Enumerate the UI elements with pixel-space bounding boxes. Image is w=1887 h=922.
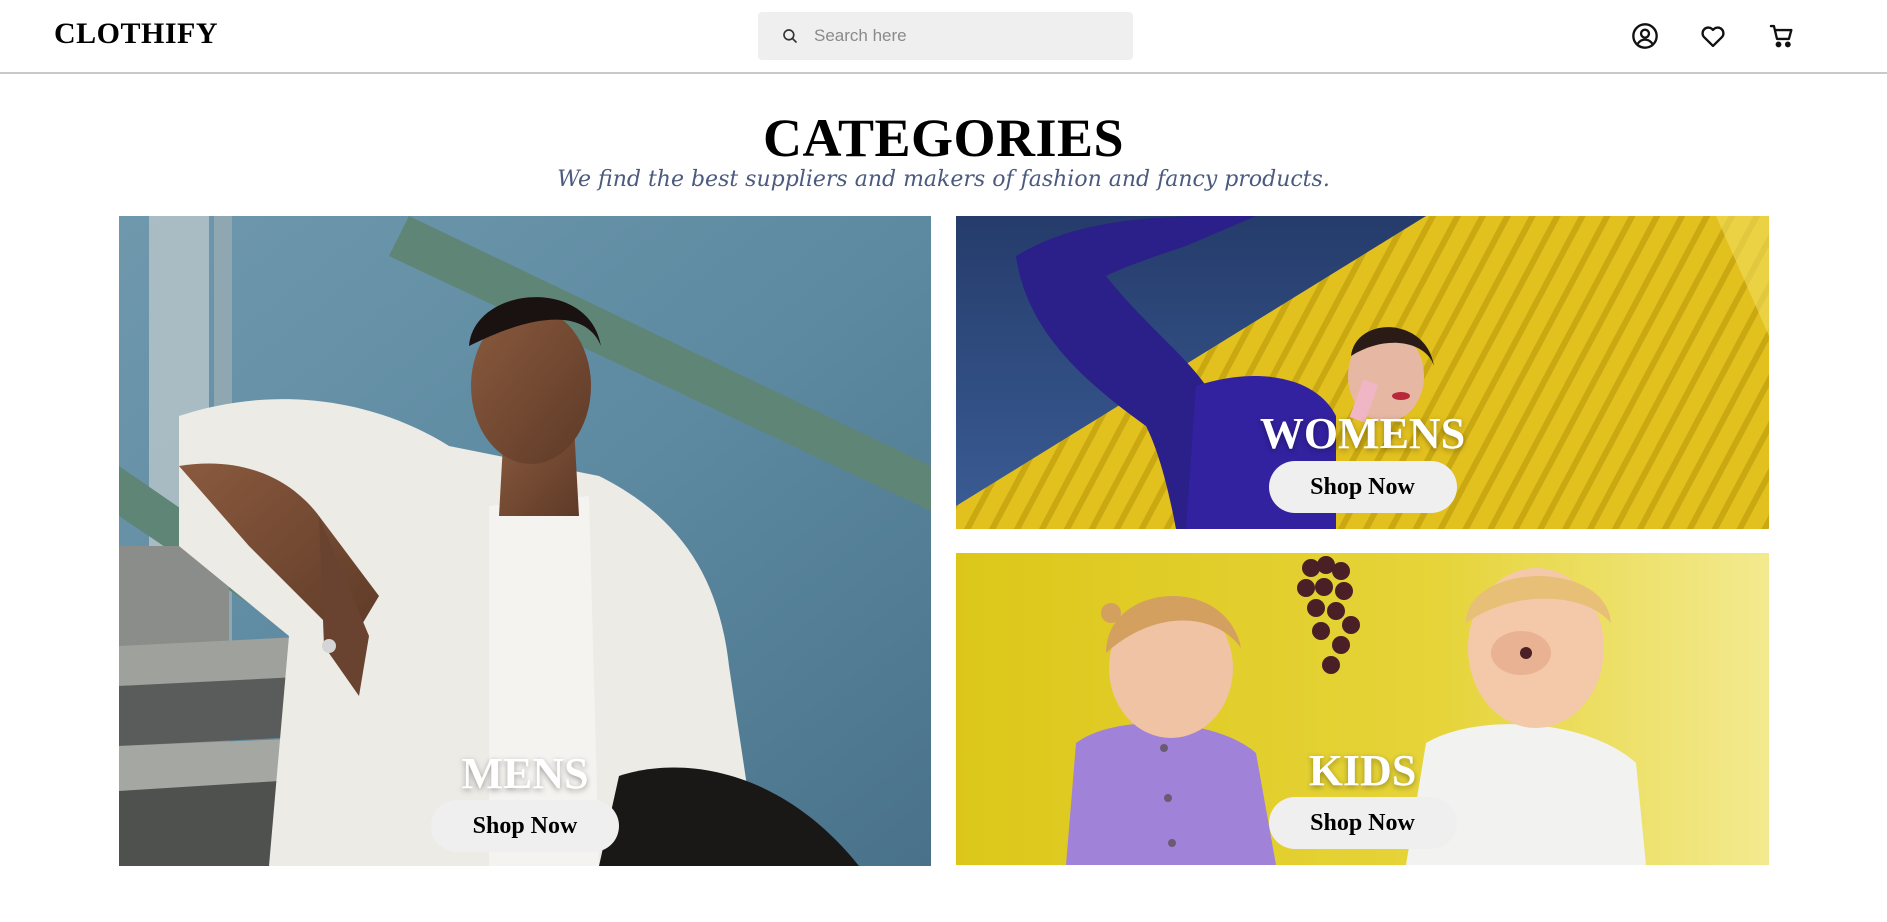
- user-icon[interactable]: [1627, 18, 1663, 54]
- category-card-womens[interactable]: WOMENS Shop Now: [956, 216, 1769, 529]
- brand-logo[interactable]: CLOTHIFY: [54, 17, 218, 51]
- page-subtitle: We find the best suppliers and makers of…: [557, 167, 1330, 192]
- category-label-kids: KIDS: [1308, 746, 1417, 795]
- search-bar[interactable]: [758, 12, 1133, 60]
- header-icons: [1627, 18, 1887, 54]
- category-card-kids[interactable]: KIDS Shop Now: [956, 553, 1769, 865]
- search-icon: [780, 26, 800, 46]
- cart-icon[interactable]: [1764, 18, 1800, 54]
- womens-shop-now-button[interactable]: Shop Now: [1268, 461, 1457, 513]
- heart-icon[interactable]: [1695, 18, 1731, 54]
- site-header: CLOTHIFY: [0, 0, 1887, 74]
- category-label-womens: WOMENS: [1259, 409, 1466, 458]
- search-input[interactable]: [814, 26, 1114, 46]
- category-card-mens[interactable]: MENS Shop Now: [119, 216, 931, 866]
- kids-shop-now-button[interactable]: Shop Now: [1268, 797, 1457, 849]
- mens-shop-now-button[interactable]: Shop Now: [431, 800, 619, 852]
- page-title: CATEGORIES: [762, 108, 1125, 168]
- category-label-mens: MENS: [461, 749, 589, 798]
